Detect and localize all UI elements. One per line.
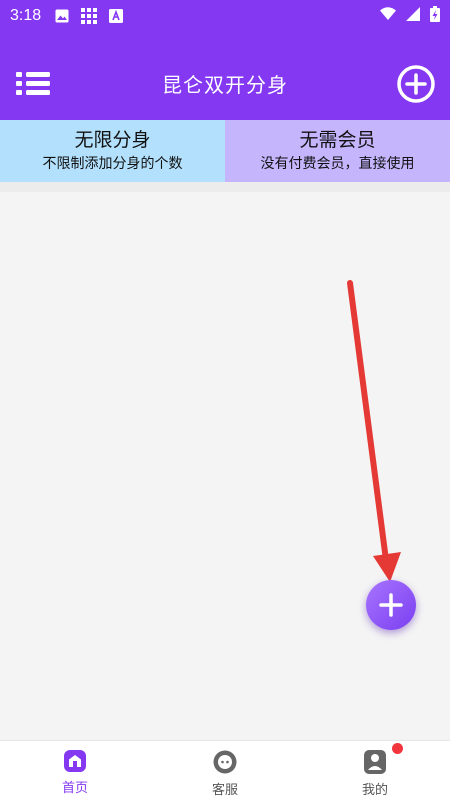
feature-title: 无需会员 — [299, 129, 376, 151]
section-divider — [0, 182, 450, 192]
status-bar: 3:18 — [0, 0, 450, 32]
wifi-icon — [380, 7, 396, 25]
nav-item-home[interactable]: 首页 — [0, 741, 150, 800]
battery-charging-icon — [430, 6, 440, 26]
grid-icon — [81, 8, 98, 24]
feature-subtitle: 没有付费会员，直接使用 — [260, 156, 415, 172]
profile-icon — [364, 750, 386, 774]
plus-icon — [379, 593, 403, 617]
image-icon — [55, 9, 69, 23]
nav-label-home: 首页 — [61, 781, 88, 796]
nav-item-profile[interactable]: 我的 — [300, 741, 450, 800]
app-bar: 昆仑双开分身 — [0, 32, 450, 120]
nav-label-profile: 我的 — [361, 783, 388, 798]
notification-badge — [392, 743, 403, 754]
app-title: 昆仑双开分身 — [162, 73, 288, 97]
feature-unlimited-clones: 无限分身 不限制添加分身的个数 — [0, 120, 225, 182]
feature-banner: 无限分身 不限制添加分身的个数 无需会员 没有付费会员，直接使用 — [0, 120, 450, 182]
nav-label-service: 客服 — [211, 783, 238, 798]
chat-icon — [213, 750, 237, 774]
nav-item-service[interactable]: 客服 — [150, 741, 300, 800]
add-clone-fab[interactable] — [366, 580, 416, 630]
feature-subtitle: 不限制添加分身的个数 — [42, 156, 183, 172]
bottom-nav: 首页 客服 我的 — [0, 740, 450, 800]
status-time: 3:18 — [10, 7, 42, 24]
add-circle-icon[interactable] — [396, 64, 436, 104]
home-icon — [64, 750, 86, 772]
text-a-icon — [109, 9, 124, 23]
signal-icon — [406, 7, 420, 25]
feature-title: 无限分身 — [74, 129, 151, 151]
feature-no-membership: 无需会员 没有付费会员，直接使用 — [225, 120, 450, 182]
